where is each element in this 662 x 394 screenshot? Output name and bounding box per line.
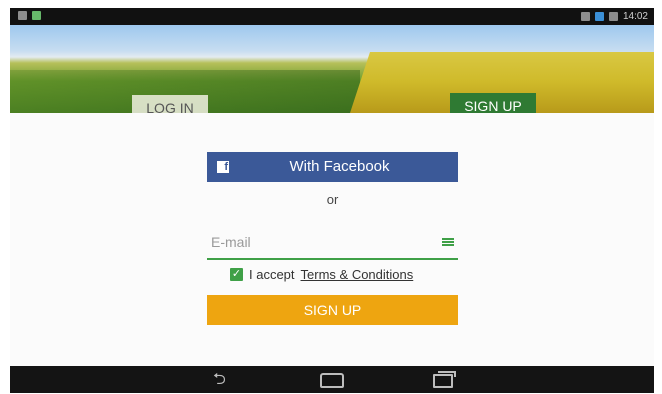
wifi-icon (580, 12, 590, 21)
battery-icon (608, 12, 618, 21)
email-input[interactable] (211, 230, 431, 254)
terms-accept-row: ✓ I accept Terms & Conditions (230, 266, 413, 282)
back-icon[interactable]: ⮌ (213, 370, 226, 388)
signup-button[interactable]: SIGN UP (207, 295, 458, 325)
accept-text: I accept (249, 266, 295, 282)
accept-terms-checkbox[interactable]: ✓ (230, 267, 243, 281)
terms-link[interactable]: Terms & Conditions (301, 267, 414, 282)
facebook-button-label: With Facebook (289, 158, 390, 175)
navigation-bar: ⮌ (10, 366, 654, 393)
or-separator: or (326, 192, 339, 207)
email-field[interactable] (207, 226, 458, 260)
facebook-signup-button[interactable]: f With Facebook (207, 152, 458, 182)
signup-tab[interactable]: SIGN UP (450, 93, 536, 113)
app-screen: 14:02 LOG IN SIGN UP f With Facebook or … (10, 8, 654, 393)
email-field-icon (442, 238, 454, 246)
status-bar: 14:02 (10, 8, 654, 25)
recent-apps-icon[interactable] (433, 371, 456, 388)
notification-icon (18, 11, 27, 20)
home-icon[interactable] (320, 373, 344, 388)
login-tab[interactable]: LOG IN (132, 95, 208, 113)
android-icon (32, 11, 41, 20)
signal-icon (594, 12, 604, 21)
header-banner: LOG IN SIGN UP (10, 25, 654, 113)
status-time: 14:02 (622, 11, 648, 22)
